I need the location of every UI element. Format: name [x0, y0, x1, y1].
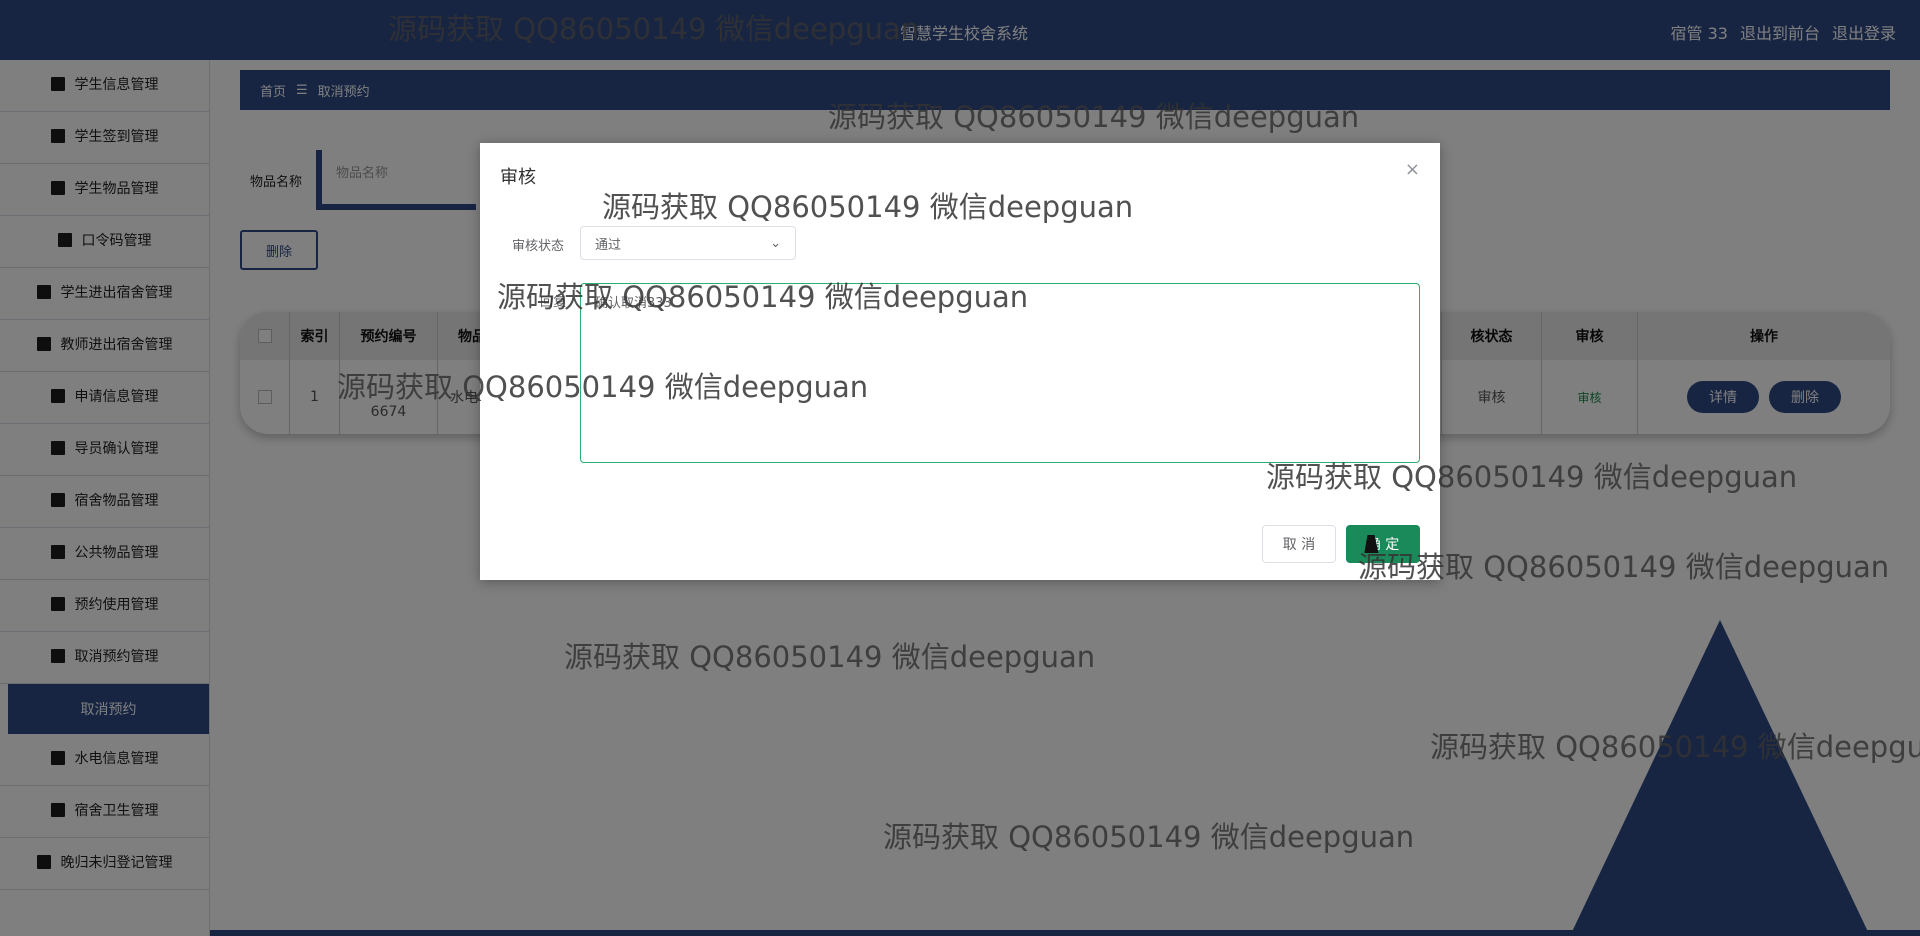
- watermark: 源码获取 QQ86050149 微信deepguan: [883, 820, 1415, 854]
- state-select[interactable]: 通过 ⌄: [580, 226, 796, 260]
- chevron-down-icon: ⌄: [770, 235, 781, 251]
- watermark: 源码获取 QQ86050149 微信deepguan: [1266, 460, 1798, 494]
- watermark: 源码获取 QQ86050149 微信deepguan: [497, 280, 1029, 314]
- watermark: 源码获取 QQ86050149 微信deepguan: [564, 640, 1096, 674]
- state-value: 通过: [595, 237, 622, 253]
- watermark: 源码获取 QQ86050149 微信deepguan: [1430, 730, 1920, 764]
- watermark: 源码获取 QQ86050149 微信deepguan: [828, 100, 1360, 134]
- watermark: 源码获取 QQ86050149 微信deepguan: [388, 12, 920, 46]
- watermark: 源码获取 QQ86050149 微信deepguan: [602, 190, 1134, 224]
- cancel-button[interactable]: 取 消: [1262, 525, 1336, 563]
- close-icon[interactable]: ×: [1405, 159, 1420, 180]
- state-label: 审核状态: [512, 239, 565, 254]
- watermark: 源码获取 QQ86050149 微信deepguan: [337, 370, 869, 404]
- watermark: 源码获取 QQ86050149 微信deepguan: [1358, 550, 1890, 584]
- dialog-title: 审核: [500, 167, 536, 188]
